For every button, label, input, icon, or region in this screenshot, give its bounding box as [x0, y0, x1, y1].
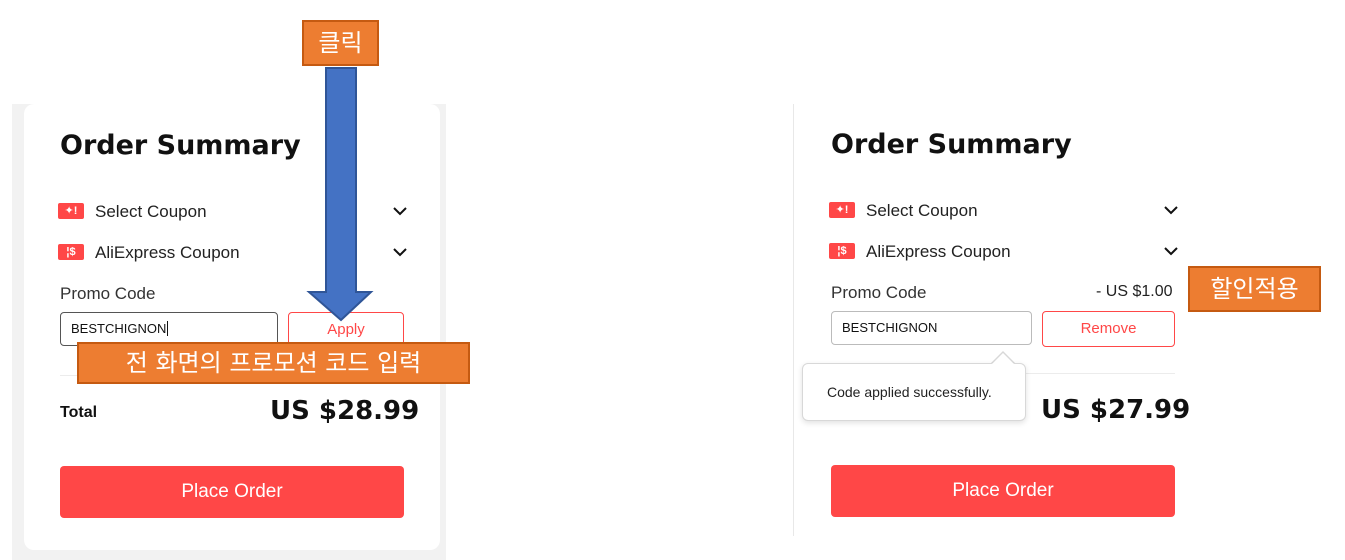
promo-code-input[interactable]: BESTCHIGNON [831, 311, 1032, 345]
order-summary-title: Order Summary [60, 130, 301, 161]
dollar-coupon-icon: ¦$ [58, 244, 84, 260]
promo-discount-value: - US $1.00 [1096, 283, 1173, 300]
annotation-discount-applied: 할인적용 [1188, 266, 1321, 312]
promo-code-label: Promo Code [60, 284, 156, 303]
remove-button[interactable]: Remove [1042, 311, 1175, 347]
chevron-down-icon[interactable] [1164, 244, 1178, 258]
tooltip-arrow-inner [991, 353, 1015, 365]
select-coupon-label[interactable]: Select Coupon [95, 202, 207, 222]
chevron-down-icon[interactable] [393, 245, 407, 259]
place-order-button[interactable]: Place Order [831, 465, 1175, 517]
aliexpress-coupon-label[interactable]: AliExpress Coupon [95, 243, 240, 263]
order-summary-title: Order Summary [831, 129, 1072, 160]
annotation-enter-code: 전 화면의 프로모션 코드 입력 [77, 342, 470, 384]
promo-code-value: BESTCHIGNON [842, 320, 938, 335]
success-tooltip: Code applied successfully. [802, 363, 1026, 421]
select-coupon-label[interactable]: Select Coupon [866, 201, 978, 221]
total-value: US $27.99 [1041, 395, 1191, 425]
total-value: US $28.99 [270, 396, 420, 426]
total-label: Total [60, 404, 98, 421]
down-arrow-icon [306, 67, 374, 322]
annotation-click: 클릭 [302, 20, 379, 66]
coupon-ticket-icon: ✦! [58, 203, 84, 219]
promo-code-input[interactable]: BESTCHIGNON [60, 312, 278, 346]
coupon-ticket-icon: ✦! [829, 202, 855, 218]
chevron-down-icon[interactable] [1164, 203, 1178, 217]
promo-code-label: Promo Code [831, 283, 927, 302]
dollar-coupon-icon: ¦$ [829, 243, 855, 259]
aliexpress-coupon-label[interactable]: AliExpress Coupon [866, 242, 1011, 262]
chevron-down-icon[interactable] [393, 204, 407, 218]
promo-code-value: BESTCHIGNON [71, 321, 167, 336]
place-order-button[interactable]: Place Order [60, 466, 404, 518]
